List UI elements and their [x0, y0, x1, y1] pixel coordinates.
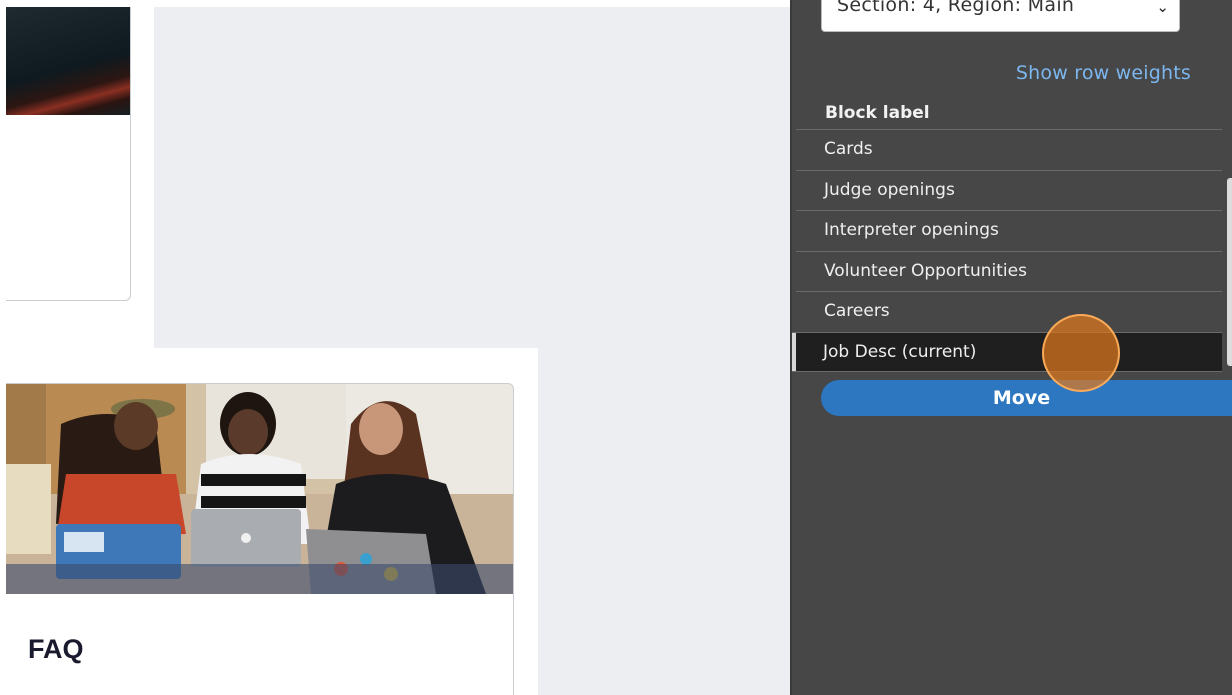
block-item-judge-openings[interactable]: Judge openings [796, 169, 1222, 211]
card-top[interactable] [6, 7, 131, 301]
card-top-image [6, 7, 130, 115]
faq-photo-illustration [6, 384, 513, 594]
block-label-header: Block label [825, 103, 930, 123]
region-select-value: Section: 4, Region: Main [837, 0, 1075, 16]
block-item-cards[interactable]: Cards [796, 129, 1222, 170]
block-item-job-desc-current[interactable]: Job Desc (current) [792, 331, 1222, 372]
show-row-weights-link[interactable]: Show row weights [1016, 62, 1191, 84]
move-button[interactable]: Move [821, 380, 1232, 416]
faq-card-image [6, 384, 513, 594]
block-move-panel: Section: 4, Region: Main ⌄ Show row weig… [790, 0, 1232, 695]
faq-card-title[interactable]: FAQ [28, 634, 84, 665]
block-item-careers[interactable]: Careers [796, 291, 1222, 332]
block-item-volunteer-opportunities[interactable]: Volunteer Opportunities [796, 250, 1222, 292]
block-list: Cards Judge openings Interpreter opening… [792, 129, 1222, 372]
scrollbar-thumb[interactable] [1227, 178, 1232, 366]
faq-card[interactable]: FAQ [6, 383, 514, 695]
click-indicator [1042, 314, 1120, 392]
block-item-interpreter-openings[interactable]: Interpreter openings [796, 210, 1222, 251]
region-select[interactable]: Section: 4, Region: Main ⌄ [821, 0, 1180, 32]
chevron-down-icon: ⌄ [1156, 0, 1169, 16]
